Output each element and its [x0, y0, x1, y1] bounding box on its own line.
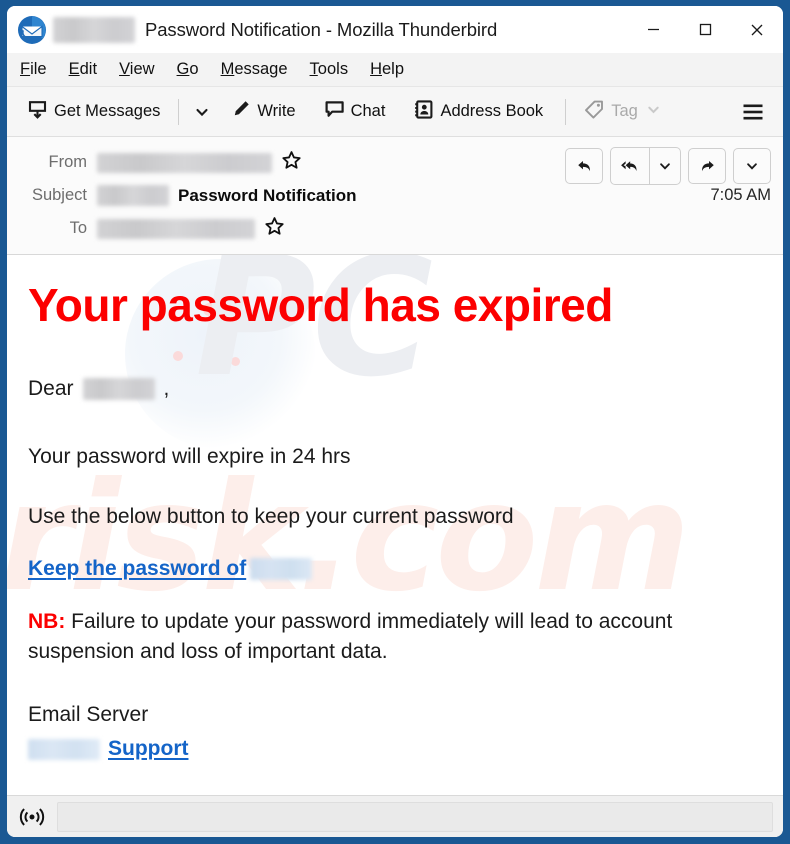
chat-bubble-icon [324, 99, 345, 125]
redacted-subject-prefix [97, 185, 169, 206]
tag-button[interactable]: Tag [576, 94, 669, 130]
message-actions [565, 147, 771, 185]
window-title: Password Notification - Mozilla Thunderb… [145, 18, 498, 40]
tag-icon [584, 99, 605, 125]
chat-label: Chat [350, 102, 386, 120]
menu-bar: File Edit View Go Message Tools Help [7, 53, 783, 87]
from-value[interactable] [97, 150, 302, 176]
address-book-button[interactable]: Address Book [405, 94, 551, 130]
menu-item-edit[interactable]: Edit [69, 60, 97, 79]
signature-block: Email Server Support [28, 700, 761, 764]
redacted-link-domain [250, 557, 313, 580]
chevron-down-icon [196, 108, 208, 116]
to-label: To [69, 219, 87, 237]
app-root: Password Notification - Mozilla Thunderb… [0, 0, 790, 844]
subject-value: Password Notification [97, 185, 357, 206]
tag-chevron-down-icon [646, 102, 661, 122]
more-actions-button[interactable] [733, 148, 771, 184]
address-book-label: Address Book [440, 102, 544, 120]
redacted-from-address [97, 152, 272, 173]
menu-item-file[interactable]: File [20, 60, 47, 79]
toolbar-separator-1 [178, 98, 180, 125]
maximize-icon [699, 23, 711, 36]
chat-button[interactable]: Chat [316, 94, 394, 130]
main-toolbar: Get Messages Write Chat Address Book Tag [7, 87, 783, 137]
signature-line-1: Email Server [28, 703, 149, 727]
subject-text: Password Notification [178, 185, 357, 205]
redacted-recipient-name [82, 378, 155, 401]
close-button[interactable] [731, 8, 783, 52]
menu-item-message[interactable]: Message [221, 60, 288, 79]
from-label: From [48, 153, 88, 171]
broadcast-signal-icon [19, 807, 45, 826]
tag-label: Tag [611, 102, 638, 120]
menu-item-go[interactable]: Go [177, 60, 199, 79]
address-book-icon [413, 99, 434, 125]
thunderbird-logo-icon [17, 15, 47, 45]
subject-label: Subject [31, 186, 87, 204]
maximize-button[interactable] [679, 8, 731, 52]
nb-text: Failure to update your password immediat… [28, 609, 673, 663]
title-bar: Password Notification - Mozilla Thunderb… [7, 6, 783, 53]
get-messages-dropdown-button[interactable] [189, 98, 215, 126]
menu-item-view[interactable]: View [119, 60, 154, 79]
redacted-signature-org [28, 738, 100, 760]
nb-label: NB: [28, 609, 66, 633]
menu-item-tools[interactable]: Tools [310, 60, 349, 79]
greeting-line: Dear , [28, 377, 761, 401]
keep-password-link-row: Keep the password of [28, 557, 761, 581]
minimize-icon [647, 28, 659, 31]
star-outline-icon[interactable] [281, 150, 302, 176]
body-headline: Your password has expired [28, 279, 613, 331]
greeting-suffix: , [163, 377, 170, 401]
close-icon [751, 24, 763, 35]
minimize-button[interactable] [627, 8, 679, 52]
hamburger-menu-icon [743, 104, 763, 119]
thunderbird-window: Password Notification - Mozilla Thunderb… [7, 6, 783, 837]
status-bar [7, 795, 783, 837]
redacted-to-address [97, 218, 255, 239]
signature-line-2: Support [28, 734, 761, 764]
write-label: Write [257, 102, 296, 120]
reply-all-group [610, 147, 681, 185]
write-button[interactable]: Write [223, 94, 303, 129]
toolbar-separator-2 [565, 98, 567, 125]
reply-all-icon [621, 160, 637, 171]
message-time: 7:05 AM [710, 186, 771, 204]
forward-button[interactable] [688, 148, 726, 184]
status-text-field [57, 801, 773, 832]
body-content: Your password has expired Dear , Your pa… [28, 281, 761, 764]
get-messages-label: Get Messages [54, 102, 161, 120]
app-menu-button[interactable] [733, 96, 773, 128]
body-paragraph-1: Your password will expire in 24 hrs [28, 445, 351, 469]
message-body: PC risk.com Your password has expired De… [7, 255, 783, 795]
get-messages-icon [27, 99, 48, 125]
connection-status-button[interactable] [7, 796, 57, 837]
chevron-down-icon [747, 163, 757, 170]
greeting-prefix: Dear [28, 377, 74, 401]
reply-all-button[interactable] [611, 148, 649, 184]
chevron-down-icon [660, 163, 670, 170]
support-link[interactable]: Support [108, 734, 188, 764]
body-nb-paragraph: NB: Failure to update your password imme… [28, 607, 761, 667]
redacted-title-prefix [53, 16, 135, 43]
header-row-to: To [7, 212, 783, 245]
reply-button[interactable] [565, 148, 603, 184]
to-value[interactable] [97, 216, 285, 242]
forward-icon [701, 160, 714, 171]
message-header: From Subject Password Notification 7:05 … [7, 137, 783, 255]
get-messages-button[interactable]: Get Messages [19, 94, 168, 130]
reply-icon [577, 160, 590, 171]
body-paragraph-2: Use the below button to keep your curren… [28, 505, 514, 529]
pencil-icon [231, 99, 251, 124]
reply-all-dropdown-button[interactable] [649, 148, 680, 184]
keep-password-link[interactable]: Keep the password of [28, 557, 246, 581]
star-outline-icon[interactable] [264, 216, 285, 242]
menu-item-help[interactable]: Help [370, 60, 404, 79]
